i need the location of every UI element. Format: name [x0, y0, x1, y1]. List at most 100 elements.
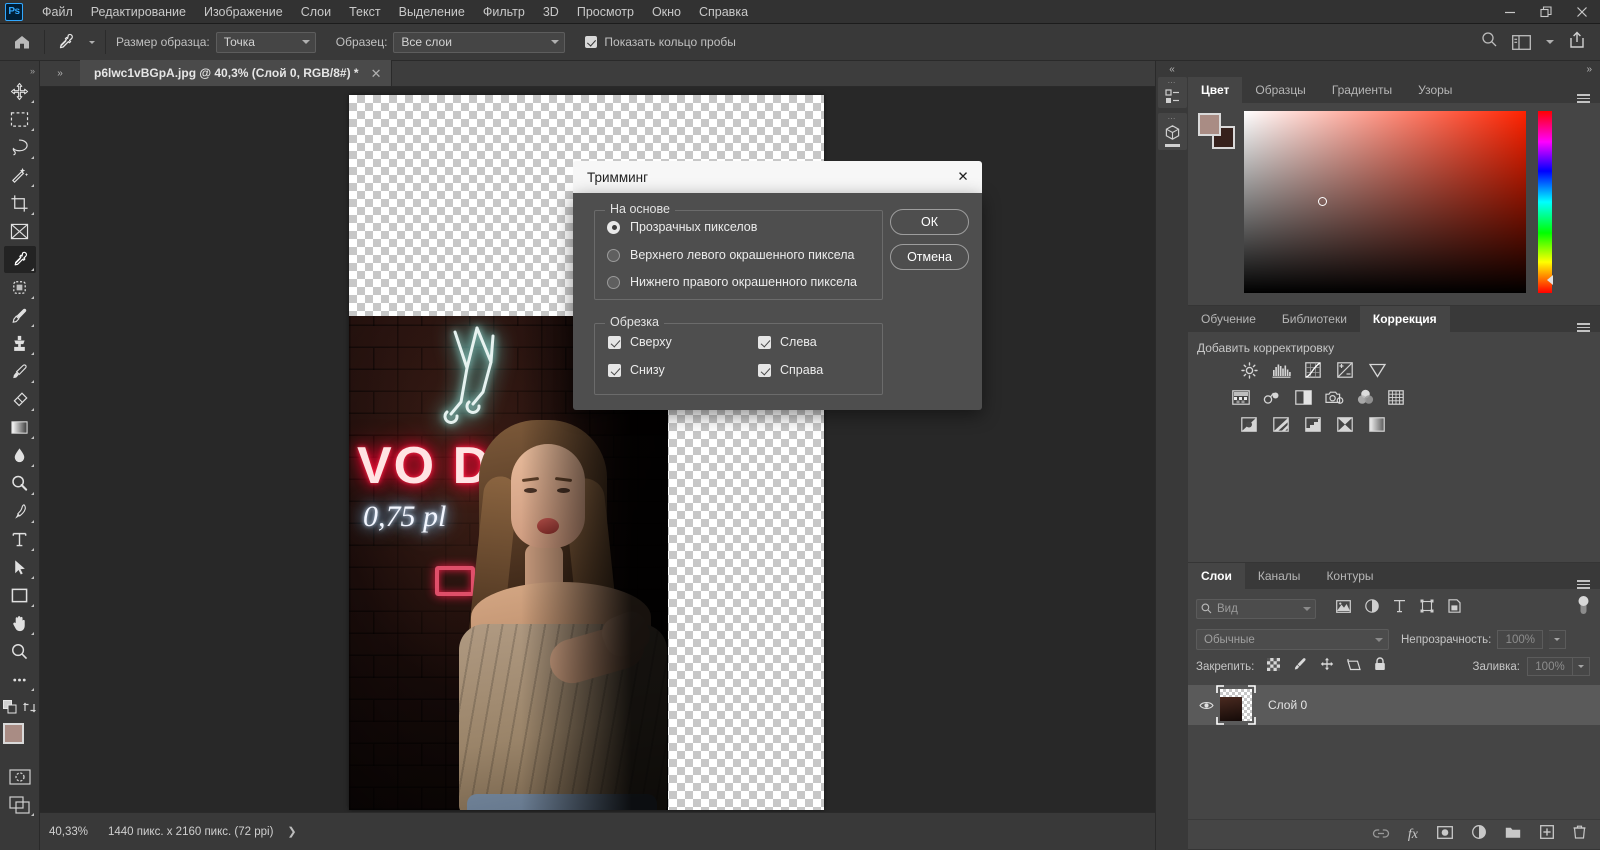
tab-layers[interactable]: Слои [1188, 563, 1245, 589]
quick-mask-button[interactable] [4, 763, 36, 790]
add-mask-icon[interactable] [1437, 825, 1453, 844]
layer-visibility-eye-icon[interactable] [1194, 700, 1218, 711]
cancel-button[interactable]: Отмена [890, 244, 969, 270]
menu-view[interactable]: Просмотр [568, 2, 643, 22]
panel-menu-icon[interactable] [1577, 323, 1600, 332]
type-filter-icon[interactable] [1393, 599, 1406, 618]
black-white-icon[interactable] [1293, 388, 1313, 406]
zoom-level[interactable]: 40,33% [40, 826, 108, 838]
restore-button[interactable] [1528, 0, 1564, 24]
eyedropper-tool[interactable] [3, 246, 36, 273]
menu-select[interactable]: Выделение [390, 2, 474, 22]
tab-swatches[interactable]: Образцы [1242, 77, 1318, 103]
panels-collapse-bar[interactable]: » [1188, 61, 1600, 77]
tab-channels[interactable]: Каналы [1245, 563, 1314, 589]
dodge-tool[interactable] [4, 470, 36, 497]
menu-text[interactable]: Текст [340, 2, 389, 22]
menu-layers[interactable]: Слои [292, 2, 340, 22]
default-colors-icon[interactable] [3, 700, 17, 719]
type-tool[interactable] [4, 526, 36, 553]
layer-thumbnail[interactable] [1216, 685, 1256, 725]
fill-chevron-down-icon[interactable] [1573, 657, 1590, 676]
new-adjustment-icon[interactable] [1472, 825, 1486, 844]
panel-menu-icon[interactable] [1577, 580, 1600, 589]
levels-icon[interactable] [1271, 361, 1291, 379]
dialog-close-icon[interactable]: ✕ [954, 168, 972, 186]
toolbar-collapse-handle[interactable]: » [0, 64, 39, 78]
filter-toggle-switch[interactable] [1577, 595, 1590, 622]
brush-tool[interactable] [4, 302, 36, 329]
layer-name[interactable]: Слой 0 [1268, 698, 1307, 712]
menu-image[interactable]: Изображение [195, 2, 292, 22]
radio-bottom-right-pixel[interactable]: Нижнего правого окрашенного пиксела [607, 275, 882, 289]
tool-preset-chevron-down-icon[interactable] [89, 40, 95, 44]
menu-edit[interactable]: Редактирование [82, 2, 195, 22]
panel-menu-icon[interactable] [1577, 94, 1600, 103]
screen-mode-button[interactable] [4, 791, 36, 818]
foreground-color-swatch[interactable] [2, 723, 24, 744]
lasso-tool[interactable] [4, 134, 36, 161]
lock-image-icon[interactable] [1293, 657, 1307, 676]
marquee-tool[interactable] [4, 106, 36, 133]
lock-artboard-icon[interactable] [1347, 658, 1362, 676]
sample-select[interactable]: Все слои [393, 31, 566, 53]
hue-slider-marker[interactable] [1547, 275, 1553, 285]
radio-transparent-pixels[interactable]: Прозрачных пикселов [607, 220, 882, 234]
minimize-button[interactable] [1492, 0, 1528, 24]
swap-colors-icon[interactable] [23, 701, 36, 719]
status-chevron-right-icon[interactable]: ❯ [287, 825, 296, 838]
tab-paths[interactable]: Контуры [1313, 563, 1386, 589]
layer-row[interactable]: Слой 0 [1188, 685, 1600, 725]
pen-tool[interactable] [4, 498, 36, 525]
invert-icon[interactable] [1239, 415, 1259, 433]
tab-color[interactable]: Цвет [1188, 77, 1243, 103]
threshold-icon[interactable] [1303, 415, 1323, 433]
vibrance-icon[interactable] [1367, 361, 1387, 379]
opacity-value[interactable]: 100% [1497, 630, 1544, 649]
link-layers-icon[interactable] [1372, 826, 1390, 844]
magic-wand-tool[interactable] [4, 162, 36, 189]
history-brush-tool[interactable] [4, 358, 36, 385]
blur-tool[interactable] [4, 442, 36, 469]
histogram-panel-icon-group[interactable]: ⋯ [1157, 77, 1187, 108]
document-tab[interactable]: p6lwc1vBGpA.jpg @ 40,3% (Слой 0, RGB/8#)… [80, 60, 392, 86]
photo-filter-icon[interactable] [1324, 388, 1344, 406]
eraser-tool[interactable] [4, 386, 36, 413]
3d-panel-icon-group[interactable]: ⋯ [1157, 113, 1187, 150]
show-sampling-ring-checkbox[interactable]: Показать кольцо пробы [575, 35, 745, 49]
checkbox-right[interactable]: Справа [758, 363, 823, 377]
sample-size-select[interactable]: Точка [215, 31, 316, 53]
home-icon[interactable] [0, 33, 44, 51]
checkbox-top[interactable]: Сверху [608, 335, 672, 349]
tab-gradients[interactable]: Градиенты [1319, 77, 1405, 103]
color-field[interactable] [1244, 111, 1526, 293]
color-balance-icon[interactable] [1262, 388, 1282, 406]
selective-color-icon[interactable] [1367, 415, 1387, 433]
opacity-chevron-down-icon[interactable] [1549, 630, 1567, 649]
shape-filter-icon[interactable] [1420, 599, 1434, 618]
close-icon[interactable]: ✕ [371, 67, 382, 80]
foreground-color-swatch[interactable] [1198, 113, 1221, 136]
ok-button[interactable]: ОК [890, 209, 969, 235]
gradient-map-icon[interactable] [1335, 415, 1355, 433]
lock-all-icon[interactable] [1374, 657, 1386, 676]
move-tool[interactable] [4, 78, 36, 105]
zoom-tool[interactable] [4, 638, 36, 665]
new-layer-icon[interactable] [1540, 825, 1554, 844]
menu-3d[interactable]: 3D [534, 2, 568, 22]
workspace-switcher[interactable] [1512, 34, 1554, 50]
current-tool-eyedropper[interactable] [45, 32, 105, 52]
color-field-marker[interactable] [1318, 197, 1327, 206]
tab-patterns[interactable]: Узоры [1405, 77, 1465, 103]
tab-adjustments[interactable]: Коррекция [1359, 306, 1450, 332]
menu-file[interactable]: Файл [33, 2, 82, 22]
close-button[interactable] [1564, 0, 1600, 24]
radio-top-left-pixel[interactable]: Верхнего левого окрашенного пиксела [607, 248, 882, 262]
new-group-icon[interactable] [1505, 826, 1521, 844]
hue-saturation-icon[interactable] [1231, 388, 1251, 406]
posterize-icon[interactable] [1271, 415, 1291, 433]
edit-toolbar-button[interactable] [4, 666, 36, 693]
path-selection-tool[interactable] [4, 554, 36, 581]
dock-collapse-handle[interactable]: « [1169, 61, 1175, 77]
clone-stamp-tool[interactable] [4, 330, 36, 357]
